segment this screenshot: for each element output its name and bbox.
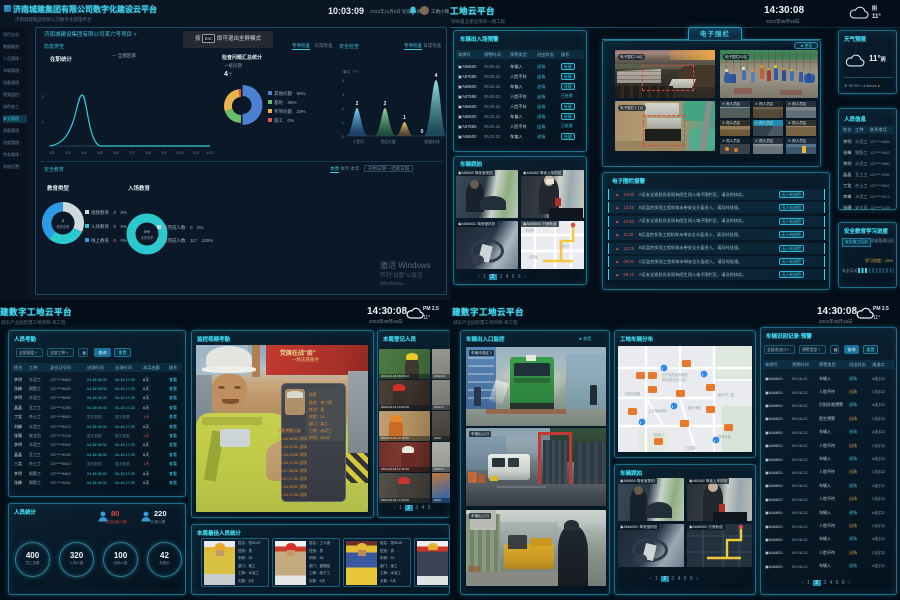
svg-text:滨海大道: 滨海大道 [718,434,732,439]
svg-text:教育总数: 教育总数 [57,224,71,229]
svg-text:0%: 0% [144,229,150,234]
svg-text:i: i [714,438,715,443]
svg-text:1/7: 1/7 [129,151,134,155]
svg-text:1/8: 1/8 [145,151,150,155]
svg-text:i: i [640,420,641,425]
svg-text:青银高速路: 青银高速路 [624,391,641,396]
svg-text:1/5: 1/5 [97,151,102,155]
svg-text:未完成率: 未完成率 [141,235,155,240]
svg-text:1: 1 [42,119,45,124]
svg-text:工业园区: 工业园区 [684,445,698,450]
svg-text:2: 2 [42,94,45,99]
svg-text:1/10: 1/10 [176,151,183,155]
svg-text:建设路: 建设路 [525,227,534,232]
svg-text:1/6: 1/6 [113,151,118,155]
svg-text:0: 0 [342,134,345,139]
svg-text:十里河: 十里河 [352,139,364,144]
svg-text:i: i [672,404,673,409]
svg-text:上王埠街道村: 上王埠街道村 [648,408,668,413]
svg-text:世纪大道: 世纪大道 [380,139,395,144]
svg-text:南苑路: 南苑路 [529,254,538,259]
svg-text:1: 1 [403,115,406,121]
svg-text:工地北门: 工地北门 [559,243,571,248]
svg-text:2: 2 [342,106,345,111]
svg-text:1/9: 1/9 [161,151,166,155]
svg-text:胶州湾二路: 胶州湾二路 [718,392,735,397]
svg-text:1: 1 [342,120,345,125]
svg-text:i: i [662,366,663,371]
svg-text:1/4: 1/4 [81,151,86,155]
svg-text:2: 2 [384,101,387,107]
svg-text:顾问(胶东办公区): 顾问(胶东办公区) [662,377,686,382]
svg-text:0: 0 [62,218,65,223]
svg-text:山东智慧建设集团: 山东智慧建设集团 [662,372,688,377]
svg-text:1/11: 1/11 [192,151,199,155]
svg-text:2: 2 [356,101,359,107]
svg-text:单位（个）: 单位（个） [343,69,361,74]
svg-text:i: i [702,372,703,377]
svg-text:4: 4 [435,73,438,79]
svg-text:0: 0 [421,129,424,135]
svg-text:1/2: 1/2 [49,151,54,155]
svg-text:3: 3 [342,92,345,97]
svg-text:4: 4 [342,78,345,83]
svg-text:凤凰山: 凤凰山 [654,432,664,437]
svg-text:1/12: 1/12 [206,151,213,155]
svg-text:胶州湾路: 胶州湾路 [688,405,702,410]
svg-text:隧道右线: 隧道右线 [424,139,439,144]
svg-text:1/3: 1/3 [65,151,70,155]
